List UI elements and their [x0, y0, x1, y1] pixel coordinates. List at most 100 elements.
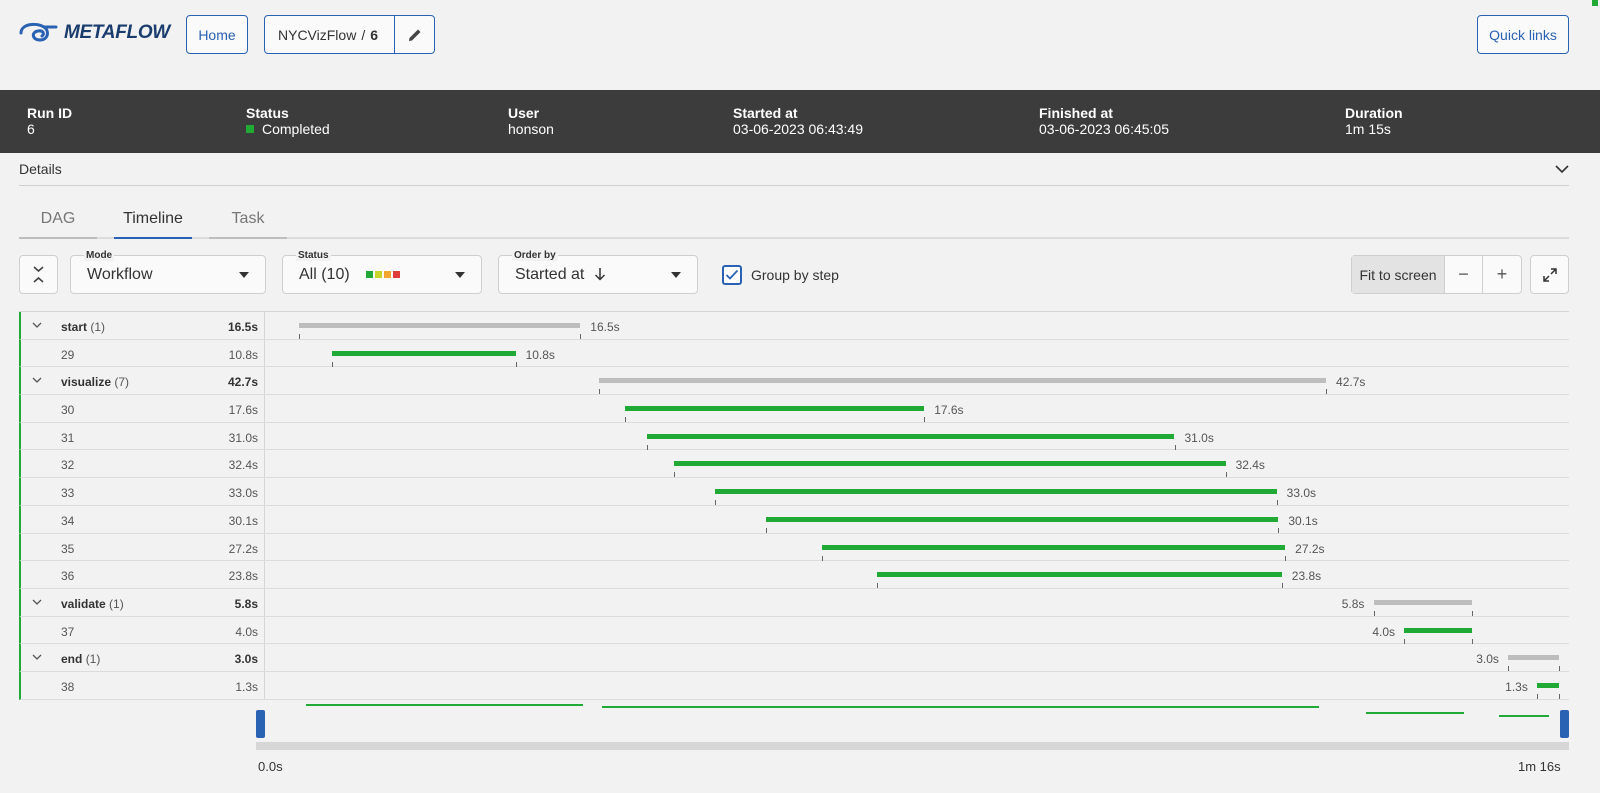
step-name: end (1)	[61, 652, 100, 666]
breadcrumb-separator: /	[361, 26, 366, 43]
row-label-cell: 29 10.8s	[21, 339, 265, 367]
details-toggle[interactable]: Details	[19, 153, 1569, 186]
task-duration-bar[interactable]	[331, 350, 516, 356]
finished-at-label: Finished at	[1039, 105, 1113, 121]
minimap-left-handle[interactable]	[256, 710, 265, 738]
step-task-count: (1)	[90, 320, 106, 334]
step-name-text: validate	[61, 596, 106, 611]
bar-duration-label: 30.1s	[1288, 513, 1318, 528]
task-duration-bar[interactable]	[1404, 627, 1473, 633]
bar-duration-label: 32.4s	[1235, 458, 1265, 473]
step-duration-bar[interactable]	[1508, 655, 1560, 661]
task-id: 32	[61, 458, 75, 473]
chevron-down-icon[interactable]	[31, 374, 43, 386]
bar-end-tick	[1174, 444, 1176, 450]
step-group-row[interactable]: end (1) 3.0s 3.0s	[19, 644, 1569, 672]
task-duration-bar[interactable]	[646, 433, 1175, 439]
tab-dag[interactable]: DAG	[19, 200, 97, 239]
run-id-field: Run ID 6	[27, 105, 72, 137]
task-row[interactable]: 30 17.6s 17.6s	[19, 395, 1569, 423]
home-button[interactable]: Home	[186, 15, 248, 54]
chevron-down-icon[interactable]	[31, 651, 43, 663]
task-row[interactable]: 31 31.0s 31.0s	[19, 422, 1569, 451]
arrow-down-icon	[594, 268, 605, 281]
row-label-cell: 31 31.0s	[21, 422, 265, 450]
task-duration-bar[interactable]	[822, 544, 1286, 550]
bar-end-tick	[1559, 693, 1561, 699]
fit-to-screen-button[interactable]: Fit to screen	[1352, 256, 1445, 293]
metaflow-logo[interactable]: METAFLOW	[18, 20, 170, 46]
bar-start-tick	[673, 472, 675, 478]
task-row[interactable]: 29 10.8s 10.8s	[19, 339, 1569, 368]
step-group-row[interactable]: validate (1) 5.8s 5.8s	[19, 588, 1569, 617]
bar-end-tick	[1281, 583, 1283, 589]
group-by-step-label: Group by step	[751, 267, 839, 283]
duration-label: Duration	[1345, 105, 1403, 121]
duration-value: 1m 15s	[1345, 121, 1391, 137]
tab-timeline[interactable]: Timeline	[114, 200, 192, 239]
bar-end-tick	[580, 334, 582, 339]
metaflow-logo-icon	[19, 22, 58, 42]
zoom-out-button[interactable]: −	[1445, 256, 1483, 293]
mode-select[interactable]: Mode Workflow	[70, 250, 266, 294]
row-duration: 4.0s	[235, 624, 258, 639]
collapse-icon	[33, 266, 44, 283]
zoom-in-button[interactable]: +	[1483, 256, 1521, 293]
status-filter-select[interactable]: Status All (10)	[282, 250, 482, 294]
status-filter-label: Status	[296, 250, 331, 261]
minimap-right-handle[interactable]	[1560, 710, 1569, 738]
order-by-label: Order by	[512, 250, 558, 261]
row-label-cell: 33 33.0s	[21, 478, 265, 505]
order-by-select[interactable]: Order by Started at	[498, 250, 698, 294]
group-by-step-checkbox[interactable]	[722, 265, 742, 285]
task-duration-bar[interactable]	[876, 572, 1282, 578]
bar-duration-label: 33.0s	[1286, 486, 1317, 501]
task-duration-bar[interactable]	[1537, 682, 1560, 688]
status-indicator	[1592, 0, 1598, 6]
task-duration-bar[interactable]	[714, 489, 1277, 495]
chevron-down-icon[interactable]	[31, 319, 43, 331]
axis-start-label: 0.0s	[258, 759, 283, 774]
row-label-cell: 32 32.4s	[21, 450, 265, 478]
minimap-scroll-track[interactable]	[256, 742, 1569, 750]
checkmark-icon	[725, 269, 739, 280]
step-group-row[interactable]: visualize (7) 42.7s 42.7s	[19, 367, 1569, 396]
fullscreen-button[interactable]	[1530, 255, 1569, 294]
step-duration-bar[interactable]	[299, 323, 581, 328]
bar-end-tick	[1326, 389, 1328, 395]
task-row[interactable]: 38 1.3s 1.3s	[19, 671, 1569, 700]
step-name-text: end	[61, 652, 83, 667]
quick-links-button[interactable]: Quick links	[1477, 15, 1569, 54]
run-id-value: 6	[27, 121, 35, 137]
task-duration-bar[interactable]	[765, 516, 1279, 522]
step-duration-bar[interactable]	[1373, 599, 1473, 605]
row-duration: 33.0s	[228, 486, 258, 501]
row-label-cell: start (1) 16.5s	[21, 312, 265, 339]
task-row[interactable]: 34 30.1s 30.1s	[19, 505, 1569, 534]
task-row[interactable]: 32 32.4s 32.4s	[19, 450, 1569, 479]
minimap-step-line	[1498, 715, 1550, 717]
group-by-step-toggle[interactable]: Group by step	[722, 265, 839, 285]
edit-breadcrumb-button[interactable]	[394, 16, 434, 53]
task-row[interactable]: 36 23.8s 23.8s	[19, 561, 1569, 589]
chevron-down-icon[interactable]	[31, 596, 43, 608]
task-duration-bar[interactable]	[673, 461, 1226, 467]
collapse-all-button[interactable]	[19, 255, 58, 294]
task-row[interactable]: 35 27.2s 27.2s	[19, 533, 1569, 562]
chevron-down-icon	[1555, 165, 1569, 174]
task-row[interactable]: 33 33.0s 33.0s	[19, 478, 1569, 506]
tab-task[interactable]: Task	[209, 200, 287, 239]
bar-end-tick	[1472, 638, 1474, 644]
pencil-icon	[408, 29, 420, 41]
step-name-text: visualize	[61, 375, 112, 390]
task-row[interactable]: 37 4.0s 4.0s	[19, 616, 1569, 645]
step-duration-bar[interactable]	[599, 378, 1327, 384]
row-label-cell: 30 17.6s	[21, 395, 265, 422]
step-group-row[interactable]: start (1) 16.5s 16.5s	[19, 312, 1569, 340]
status-color-failed	[393, 271, 401, 278]
task-duration-bar[interactable]	[624, 406, 925, 412]
finished-at-value: 03-06-2023 06:45:05	[1039, 121, 1169, 137]
bar-end-tick	[1276, 500, 1278, 506]
breadcrumb-path[interactable]: NYCVizFlow/6	[265, 27, 394, 43]
bar-start-tick	[1537, 693, 1539, 699]
